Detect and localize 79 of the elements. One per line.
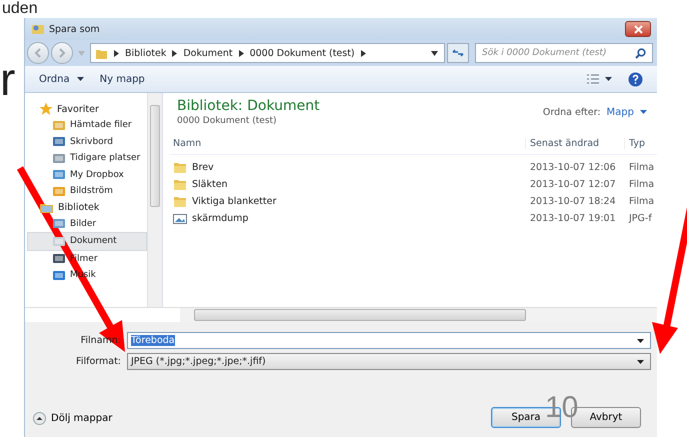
search-input[interactable]: Sök i 0000 Dokument (test)	[482, 48, 635, 58]
refresh-button[interactable]	[447, 43, 469, 63]
place-icon	[52, 252, 66, 266]
sidebar-item[interactable]: Skrivbord	[25, 134, 147, 150]
arrange-dropdown[interactable]: Mapp	[606, 106, 647, 118]
window-title: Spara som	[49, 24, 100, 34]
table-cell-text: Filma	[628, 179, 656, 190]
chevron-icon	[360, 50, 366, 56]
image-file-icon	[173, 212, 187, 224]
place-icon	[52, 234, 66, 248]
caret-icon	[637, 360, 644, 364]
refresh-icon	[452, 48, 464, 58]
sidebar-group[interactable]: Bibliotek	[25, 200, 147, 216]
arrange-label: Ordna efter:	[542, 106, 601, 118]
help-icon	[628, 72, 643, 86]
star-icon	[39, 102, 53, 116]
table-cell-text: Filma	[628, 162, 656, 173]
sidebar-item[interactable]: Hämtade filer	[25, 117, 147, 134]
library-subtitle: 0000 Dokument (test)	[177, 116, 278, 126]
sidebar-item[interactable]: Tidigare platser	[25, 150, 147, 166]
table-cell-text: 2013-10-07 18:24	[529, 196, 617, 207]
caret-icon	[78, 50, 85, 56]
address-bar[interactable]: Bibliotek Dokument 0000 Dokument (test)	[90, 43, 445, 63]
place-icon	[52, 217, 66, 230]
folder-icon	[173, 161, 187, 174]
place-icon	[52, 152, 66, 165]
library-title: Bibliotek: Dokument	[177, 98, 321, 114]
slide-text: r	[0, 56, 16, 102]
place-icon	[52, 268, 66, 282]
filename-field[interactable]: Töreboda	[127, 332, 651, 349]
table-cell-text: 2013-10-07 12:06	[529, 162, 617, 173]
breadcrumb[interactable]: Bibliotek	[125, 48, 166, 58]
folder-icon	[173, 178, 187, 191]
table-cell-text: 2013-10-07 19:01	[529, 213, 617, 224]
place-icon	[52, 118, 66, 132]
close-icon	[634, 24, 642, 34]
search-field[interactable]: Sök i 0000 Dokument (test)	[475, 43, 653, 63]
view-icon	[586, 74, 612, 84]
app-icon	[31, 23, 45, 35]
caret-icon	[431, 50, 438, 56]
sidebar-item[interactable]: Bilder	[25, 216, 147, 232]
breadcrumb[interactable]: 0000 Dokument (test)	[250, 48, 355, 58]
sidebar-item[interactable]: My Dropbox	[25, 166, 147, 183]
caret-icon	[640, 110, 647, 114]
file-name[interactable]: skärmdump	[192, 213, 248, 224]
toolbar-button[interactable]: Ordna	[35, 72, 88, 86]
slide-text: uden	[2, 0, 38, 17]
chevron-icon	[238, 50, 244, 56]
column-header[interactable]: Senast ändrad	[525, 138, 624, 148]
place-icon	[52, 168, 66, 182]
toolbar-button[interactable]: Ny mapp	[96, 72, 149, 86]
caret-icon	[637, 338, 644, 342]
table-cell-text: 2013-10-07 12:07	[529, 179, 617, 190]
place-icon	[52, 184, 66, 198]
chevron-icon	[114, 50, 119, 56]
breadcrumb[interactable]: Dokument	[183, 48, 233, 58]
caret-icon	[76, 77, 84, 81]
scrollbar[interactable]	[147, 93, 162, 307]
folder-icon	[173, 195, 187, 208]
close-button[interactable]	[625, 21, 651, 37]
column-header[interactable]: Namn	[169, 138, 525, 148]
hide-folders-button[interactable]: Dölj mappar	[33, 412, 112, 425]
scrollbar[interactable]	[180, 308, 657, 322]
sidebar-group[interactable]: Favoriter	[25, 101, 147, 117]
column-header[interactable]: Typ	[624, 138, 657, 148]
file-name[interactable]: Släkten	[192, 179, 228, 190]
sidebar-item[interactable]: Bildström	[25, 183, 147, 200]
collapse-icon	[33, 412, 46, 425]
place-icon	[52, 135, 66, 148]
file-name[interactable]: Brev	[192, 162, 214, 173]
search-icon	[635, 48, 646, 58]
file-name[interactable]: Viktiga blanketter	[192, 196, 276, 207]
field-label: Filformat:	[76, 356, 121, 367]
table-cell-text: Filma	[628, 196, 656, 207]
table-cell-text: JPG-f	[628, 213, 653, 224]
chevron-icon	[172, 50, 178, 56]
format-dropdown[interactable]: JPEG (*.jpg;*.jpeg;*.jpe;*.jfif)	[127, 353, 651, 370]
sidebar-item[interactable]: Dokument	[27, 232, 147, 250]
library-icon	[39, 201, 54, 214]
